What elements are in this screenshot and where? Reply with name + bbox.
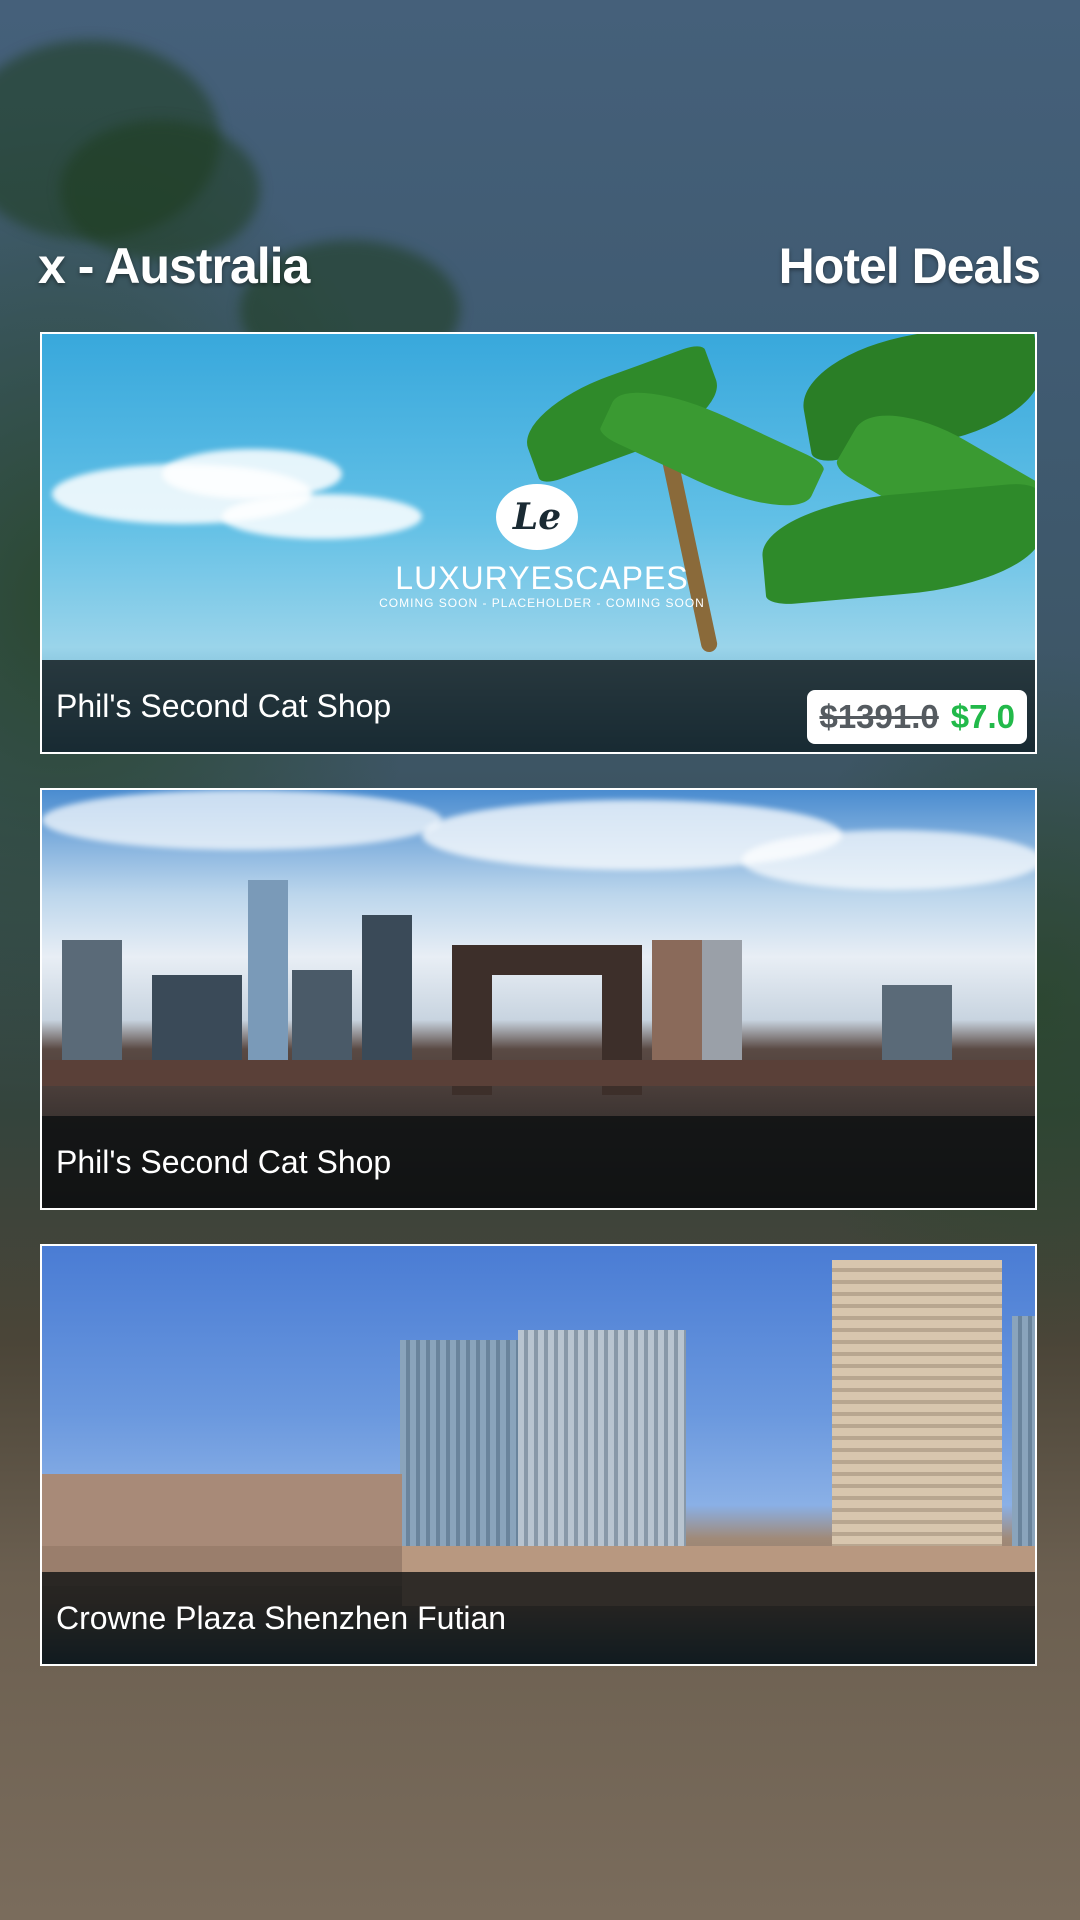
deal-name: Crowne Plaza Shenzhen Futian (56, 1600, 507, 1636)
region-title: x - Australia (38, 238, 310, 294)
page-title: Hotel Deals (778, 238, 1041, 294)
logo-text: LUXURYESCAPES (395, 560, 689, 596)
hotel-deals-screen: x - Australia Hotel Deals Le LUXURYESCAP… (0, 0, 1080, 1920)
price-current: $7.0 (950, 698, 1015, 735)
deal-card[interactable]: Phil's Second Cat Shop (40, 788, 1037, 1210)
header: x - Australia Hotel Deals (38, 236, 1041, 296)
deal-card[interactable]: Crowne Plaza Shenzhen Futian (40, 1244, 1037, 1666)
deal-name: Phil's Second Cat Shop (56, 688, 392, 724)
luxury-escapes-logo-icon: Le (496, 484, 578, 550)
deal-caption: Crowne Plaza Shenzhen Futian (42, 1572, 1035, 1664)
logo-subtext: COMING SOON - PLACEHOLDER - COMING SOON (379, 596, 705, 610)
deal-card[interactable]: Le LUXURYESCAPES COMING SOON - PLACEHOLD… (40, 332, 1037, 754)
price-original: $1391.0 (819, 698, 939, 735)
price-badge: $1391.0 $7.0 (807, 690, 1027, 744)
deal-name: Phil's Second Cat Shop (56, 1144, 392, 1180)
deal-caption: Phil's Second Cat Shop $1391.0 $7.0 (42, 660, 1035, 752)
deal-caption: Phil's Second Cat Shop (42, 1116, 1035, 1208)
